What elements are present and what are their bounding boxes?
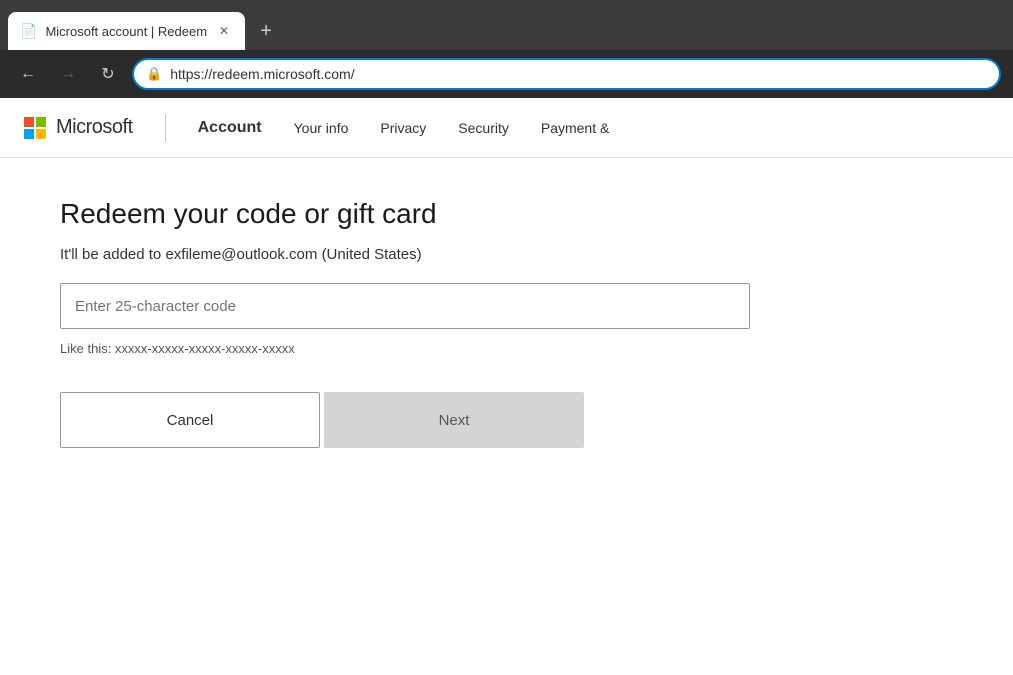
nav-payment[interactable]: Payment & — [533, 116, 617, 140]
forward-icon: → — [60, 65, 76, 83]
main-content: Redeem your code or gift card It'll be a… — [0, 158, 1013, 488]
tab-title: Microsoft account | Redeem — [45, 24, 207, 39]
page-content: Microsoft Account Your info Privacy Secu… — [0, 98, 1013, 675]
browser-chrome: 📄 Microsoft account | Redeem ✕ + ← → ↻ 🔒… — [0, 0, 1013, 98]
code-input[interactable] — [60, 283, 750, 329]
nav-bar: ← → ↻ 🔒 https://redeem.microsoft.com/ — [0, 50, 1013, 98]
cancel-button[interactable]: Cancel — [60, 392, 320, 448]
page-heading: Redeem your code or gift card — [60, 198, 953, 230]
nav-security[interactable]: Security — [450, 116, 517, 140]
refresh-icon: ↻ — [101, 64, 114, 84]
nav-account[interactable]: Account — [190, 115, 270, 141]
nav-your-info[interactable]: Your info — [286, 116, 357, 140]
ms-square-yellow — [36, 129, 46, 139]
ms-logo-grid — [24, 117, 46, 139]
header-divider — [165, 114, 166, 142]
forward-button[interactable]: → — [52, 58, 84, 90]
url-text: https://redeem.microsoft.com/ — [170, 66, 987, 82]
microsoft-logo: Microsoft — [24, 116, 133, 139]
lock-icon: 🔒 — [146, 66, 162, 82]
ms-logo-text: Microsoft — [56, 116, 133, 139]
back-icon: ← — [20, 65, 36, 83]
active-tab[interactable]: 📄 Microsoft account | Redeem ✕ — [8, 12, 245, 50]
subtitle-text: It'll be added to exfileme@outlook.com (… — [60, 246, 953, 263]
ms-square-green — [36, 117, 46, 127]
refresh-button[interactable]: ↻ — [92, 58, 124, 90]
address-bar[interactable]: 🔒 https://redeem.microsoft.com/ — [132, 58, 1001, 90]
tab-page-icon: 📄 — [20, 23, 37, 40]
site-header: Microsoft Account Your info Privacy Secu… — [0, 98, 1013, 158]
tab-bar: 📄 Microsoft account | Redeem ✕ + — [0, 0, 1013, 50]
ms-square-red — [24, 117, 34, 127]
ms-square-blue — [24, 129, 34, 139]
back-button[interactable]: ← — [12, 58, 44, 90]
code-hint: Like this: xxxxx-xxxxx-xxxxx-xxxxx-xxxxx — [60, 341, 953, 356]
button-row: Cancel Next — [60, 392, 953, 448]
next-button[interactable]: Next — [324, 392, 584, 448]
nav-privacy[interactable]: Privacy — [372, 116, 434, 140]
tab-close-button[interactable]: ✕ — [215, 22, 233, 40]
new-tab-button[interactable]: + — [249, 14, 283, 48]
